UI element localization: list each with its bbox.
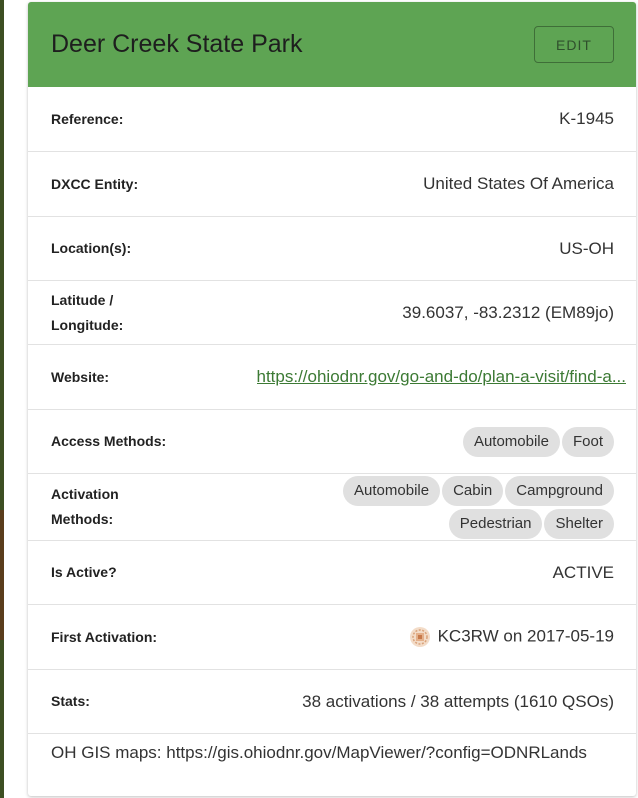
award-badge-icon [409, 627, 430, 647]
stats-value: 38 activations / 38 attempts (1610 QSOs) [302, 691, 614, 711]
park-notes: OH GIS maps: https://gis.ohiodnr.gov/Map… [51, 743, 587, 762]
activation-methods-chips: Automobile Cabin Campground Pedestrian Shelt… [294, 475, 614, 539]
card-header: Deer Creek State Park EDIT [28, 2, 636, 87]
website-row: Website: https://ohiodnr.gov/go-and-do/p… [28, 345, 636, 410]
access-methods-label: Access Methods: [51, 433, 167, 449]
activation-label-line1: Activation [51, 486, 119, 502]
activation_methods-chip: Shelter [544, 508, 614, 539]
access_methods-chip: Automobile [462, 426, 560, 457]
is-active-row: Is Active? ACTIVE [28, 541, 636, 605]
reference-row: Reference: K-1945 [28, 87, 636, 152]
activation-methods-row: Activation Methods: Automobile Cabin Campg… [28, 474, 636, 541]
access-methods-chips: Automobile Foot [462, 426, 614, 457]
edit-button[interactable]: EDIT [534, 26, 614, 63]
latlon-value: 39.6037, -83.2312 (EM89jo) [402, 302, 614, 322]
latlon-label-line2: Longitude: [51, 316, 124, 333]
dxcc-label: DXCC Entity: [51, 175, 139, 192]
activation_methods-chip: Cabin [442, 475, 504, 506]
activation_methods-chip: Campground [505, 475, 614, 506]
website-link[interactable]: https://ohiodnr.gov/go-and-do/plan-a-vis… [257, 367, 627, 387]
stats-row: Stats: 38 activations / 38 attempts (161… [28, 670, 636, 734]
reference-value: K-1945 [559, 109, 614, 128]
access_methods-chip: Foot [561, 426, 614, 457]
first-activation-row: First Activation: KC3RW on 2017-05-19 [28, 605, 636, 670]
first-activation-value: KC3RW on 2017-05-19 [408, 625, 614, 649]
dxcc-value: United States Of America [423, 174, 614, 193]
latlon-row: Latitude / Longitude: 39.6037, -83.2312 … [28, 281, 636, 345]
activation_methods-chip: Automobile [343, 475, 441, 506]
location-value: US-OH [559, 238, 614, 258]
stats-label: Stats: [51, 693, 90, 709]
location-row: Location(s): US-OH [28, 217, 636, 281]
website-label: Website: [51, 368, 110, 385]
activation-methods-label: Activation Methods: [51, 482, 119, 532]
park-details-card: Deer Creek State Park EDIT Reference: K-… [28, 2, 636, 796]
background-map-strip [0, 0, 28, 798]
latlon-label: Latitude / Longitude: [51, 288, 123, 338]
activation-label-line2: Methods: [51, 511, 114, 527]
reference-label: Reference: [51, 110, 124, 127]
map-edge-dark [0, 510, 4, 640]
is-active-label: Is Active? [51, 564, 117, 580]
latlon-label-line1: Latitude / [51, 291, 114, 308]
access-methods-row: Access Methods: Automobile Foot [28, 410, 636, 474]
map-edge [0, 0, 4, 798]
park-title: Deer Creek State Park [51, 30, 303, 58]
first-activation-text: KC3RW on 2017-05-19 [437, 626, 614, 646]
is-active-value: ACTIVE [552, 562, 614, 582]
first-activation-label: First Activation: [51, 628, 158, 645]
location-label: Location(s): [51, 240, 132, 256]
dxcc-row: DXCC Entity: United States Of America [28, 152, 636, 217]
activation_methods-chip: Pedestrian [448, 508, 543, 539]
